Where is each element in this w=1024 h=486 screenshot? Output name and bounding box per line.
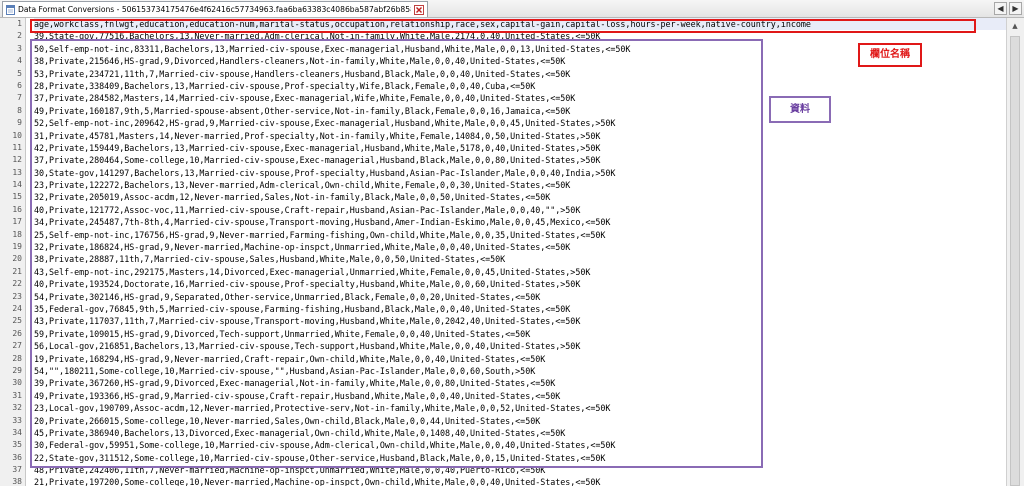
csv-data-line[interactable]: 23,Local-gov,190709,Assoc-acdm,12,Never-… — [34, 402, 1006, 414]
csv-data-line[interactable]: 19,Private,168294,HS-grad,9,Never-marrie… — [34, 353, 1006, 365]
csv-data-line[interactable]: 56,Local-gov,216851,Bachelors,13,Married… — [34, 340, 1006, 352]
csv-data-line[interactable]: 25,Self-emp-not-inc,176756,HS-grad,9,Nev… — [34, 229, 1006, 241]
csv-data-line[interactable]: 35,Federal-gov,76845,9th,5,Married-civ-s… — [34, 303, 1006, 315]
line-number: 8 — [17, 105, 22, 115]
line-number: 37 — [12, 465, 22, 475]
line-number: 10 — [12, 130, 22, 140]
line-number: 33 — [12, 415, 22, 425]
csv-data-line[interactable]: 49,Private,193366,HS-grad,9,Married-civ-… — [34, 390, 1006, 402]
line-number: 25 — [12, 316, 22, 326]
line-number: 11 — [12, 142, 22, 152]
line-number: 6 — [17, 80, 22, 90]
csv-data-line[interactable]: 38,Private,28887,11th,7,Married-civ-spou… — [34, 253, 1006, 265]
csv-data-line[interactable]: 31,Private,45781,Masters,14,Never-marrie… — [34, 130, 1006, 142]
tab-bar: Data Format Conversions - 5061537341754​… — [0, 0, 1024, 18]
line-number: 7 — [17, 93, 22, 103]
line-number-gutter: 1 2 3 4 5 6 7 8 9 10 11 12 13 14 15 16 17 18 19 20 21 22 23 24 2… — [0, 18, 26, 486]
scroll-up-arrow-icon[interactable]: ▲ — [1009, 20, 1021, 32]
line-number: 12 — [12, 155, 22, 165]
csv-data-line[interactable]: 59,Private,109015,HS-grad,9,Divorced,Tec… — [34, 328, 1006, 340]
csv-data-line[interactable]: 37,Private,284582,Masters,14,Married-civ… — [34, 92, 1006, 104]
csv-data-line[interactable]: 40,Private,121772,Assoc-voc,11,Married-c… — [34, 204, 1006, 216]
line-number: 2 — [17, 31, 22, 41]
csv-data-line[interactable]: 30,Federal-gov,59951,Some-college,10,Mar… — [34, 439, 1006, 451]
line-number: 29 — [12, 365, 22, 375]
text-content[interactable]: age,workclass,fnlwgt,education,education… — [34, 18, 1006, 486]
line-number: 36 — [12, 452, 22, 462]
csv-data-line[interactable]: 43,Private,117037,11th,7,Married-civ-spo… — [34, 315, 1006, 327]
line-number: 1 — [17, 19, 22, 28]
line-number: 4 — [17, 56, 22, 66]
line-number: 21 — [12, 266, 22, 276]
line-number: 17 — [12, 217, 22, 227]
line-number: 26 — [12, 328, 22, 338]
line-number: 38 — [12, 477, 22, 486]
line-number: 35 — [12, 440, 22, 450]
line-number: 22 — [12, 279, 22, 289]
csv-data-line[interactable]: 52,Self-emp-not-inc,209642,HS-grad,9,Mar… — [34, 117, 1006, 129]
csv-data-line[interactable]: 54,Private,302146,HS-grad,9,Separated,Ot… — [34, 291, 1006, 303]
scroll-tabs-left-button[interactable]: ◀ — [994, 2, 1007, 15]
csv-data-line[interactable]: 49,Private,160187,9th,5,Married-spouse-a… — [34, 105, 1006, 117]
csv-data-line[interactable]: 34,Private,245487,7th-8th,4,Married-civ-… — [34, 216, 1006, 228]
csv-data-line[interactable]: 21,Private,197200,Some-college,10,Never-… — [34, 476, 1006, 486]
close-icon[interactable] — [414, 4, 424, 15]
csv-data-line[interactable]: 54,"",180211,Some-college,10,Married-civ… — [34, 365, 1006, 377]
line-number: 31 — [12, 390, 22, 400]
tab-title: Data Format Conversions - 5061537341754​… — [18, 5, 411, 14]
line-number: 32 — [12, 403, 22, 413]
column-names-callout: 欄位名稱 — [858, 43, 922, 67]
scroll-tabs-right-button[interactable]: ▶ — [1009, 2, 1022, 15]
csv-data-line[interactable]: 22,State-gov,311512,Some-college,10,Marr… — [34, 452, 1006, 464]
line-number: 27 — [12, 341, 22, 351]
line-number: 13 — [12, 167, 22, 177]
editor-area[interactable]: 1 2 3 4 5 6 7 8 9 10 11 12 13 14 15 16 17 18 19 20 21 22 23 24 2… — [0, 18, 1006, 486]
line-number: 24 — [12, 303, 22, 313]
vertical-scrollbar[interactable]: ▲ — [1006, 18, 1024, 486]
csv-data-line[interactable]: 42,Private,159449,Bachelors,13,Married-c… — [34, 142, 1006, 154]
data-callout: 資料 — [769, 96, 831, 123]
csv-data-line[interactable]: 30,State-gov,141297,Bachelors,13,Married… — [34, 167, 1006, 179]
csv-data-line[interactable]: 39,Private,367260,HS-grad,9,Divorced,Exe… — [34, 377, 1006, 389]
line-number: 34 — [12, 427, 22, 437]
line-number: 3 — [17, 43, 22, 53]
line-number: 23 — [12, 291, 22, 301]
csv-data-line[interactable]: 53,Private,234721,11th,7,Married-civ-spo… — [34, 68, 1006, 80]
csv-data-line[interactable]: 45,Private,386940,Bachelors,13,Divorced,… — [34, 427, 1006, 439]
line-number: 5 — [17, 68, 22, 78]
csv-data-line[interactable]: 39,State-gov,77516,Bachelors,13,Never-ma… — [34, 30, 1006, 42]
line-number: 20 — [12, 254, 22, 264]
csv-data-line[interactable]: 32,Private,205019,Assoc-acdm,12,Never-ma… — [34, 191, 1006, 203]
csv-data-line[interactable]: 23,Private,122272,Bachelors,13,Never-mar… — [34, 179, 1006, 191]
csv-header-line[interactable]: age,workclass,fnlwgt,education,education… — [34, 18, 1006, 31]
csv-data-line[interactable]: 32,Private,186824,HS-grad,9,Never-marrie… — [34, 241, 1006, 253]
line-number: 19 — [12, 242, 22, 252]
csv-data-line[interactable]: 48,Private,242406,11th,7,Never-married,M… — [34, 464, 1006, 476]
line-number: 14 — [12, 180, 22, 190]
csv-data-line[interactable]: 20,Private,266015,Some-college,10,Never-… — [34, 415, 1006, 427]
csv-data-line[interactable]: 28,Private,338409,Bachelors,13,Married-c… — [34, 80, 1006, 92]
csv-data-line[interactable]: 37,Private,280464,Some-college,10,Marrie… — [34, 154, 1006, 166]
line-number: 15 — [12, 192, 22, 202]
line-number: 18 — [12, 229, 22, 239]
line-number: 16 — [12, 204, 22, 214]
line-number: 28 — [12, 353, 22, 363]
tab-results-dataset-csv[interactable]: Data Format Conversions - 5061537341754​… — [2, 1, 428, 17]
line-number: 30 — [12, 378, 22, 388]
csv-data-line[interactable]: 40,Private,193524,Doctorate,16,Married-c… — [34, 278, 1006, 290]
line-number: 9 — [17, 118, 22, 128]
csv-data-line[interactable]: 43,Self-emp-not-inc,292175,Masters,14,Di… — [34, 266, 1006, 278]
scrollbar-thumb[interactable] — [1010, 36, 1020, 486]
document-icon — [6, 4, 15, 15]
